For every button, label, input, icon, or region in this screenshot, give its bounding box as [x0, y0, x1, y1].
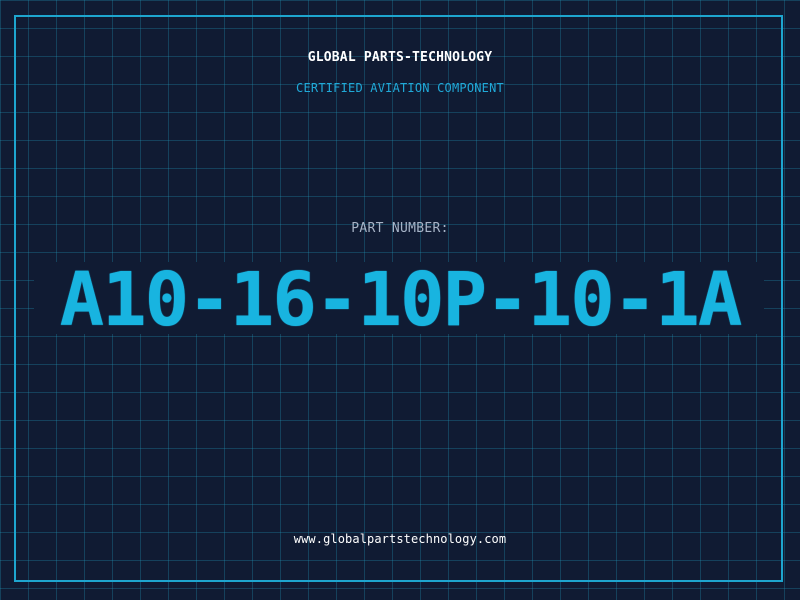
company-name: GLOBAL PARTS-TECHNOLOGY	[307, 50, 493, 65]
website-url: www.globalpartstechnology.com	[293, 532, 507, 546]
certification-tagline: CERTIFIED AVIATION COMPONENT	[296, 81, 504, 95]
part-number-label: PART NUMBER:	[351, 221, 449, 236]
part-number-value: A10-16-10P-10-1A	[59, 257, 743, 343]
part-number-card: GLOBAL PARTS-TECHNOLOGY CERTIFIED AVIATI…	[0, 0, 800, 600]
